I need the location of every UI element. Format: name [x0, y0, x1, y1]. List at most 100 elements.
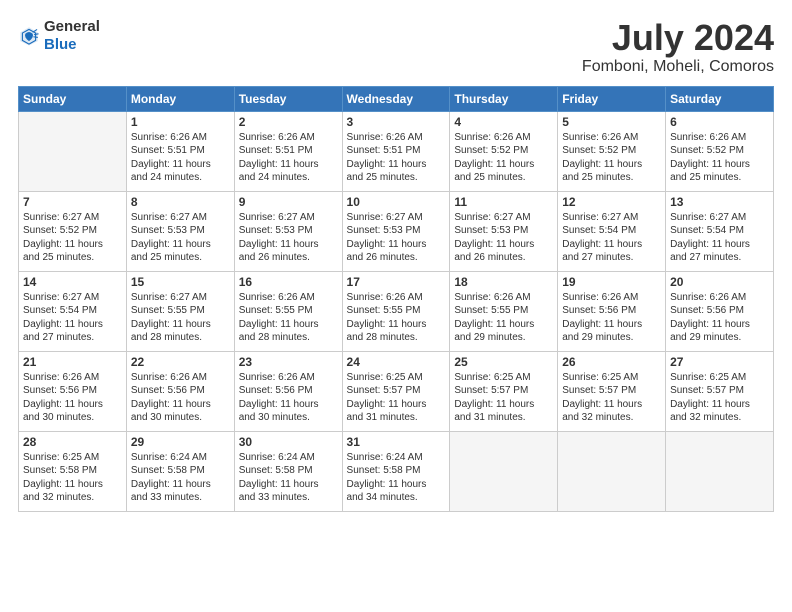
calendar-cell: 22 Sunrise: 6:26 AM Sunset: 5:56 PM Dayli… — [126, 351, 234, 431]
calendar-cell: 1 Sunrise: 6:26 AM Sunset: 5:51 PM Daylig… — [126, 111, 234, 191]
logo-text: General Blue — [44, 18, 100, 54]
calendar-cell: 21Sunrise: 6:26 AM Sunset: 5:56 PM Dayli… — [19, 351, 127, 431]
day-number: 27 — [670, 355, 769, 369]
day-number: 20 — [670, 275, 769, 289]
day-number: 3 — [347, 115, 446, 129]
day-number: 7 — [23, 195, 122, 209]
cell-details: Sunrise: 6:27 AM Sunset: 5:55 PM Dayligh… — [131, 291, 230, 345]
col-header-tuesday: Tuesday — [234, 86, 342, 111]
title-block: July 2024 Fomboni, Moheli, Comoros — [582, 18, 774, 76]
calendar-cell: 9 Sunrise: 6:27 AM Sunset: 5:53 PM Daylig… — [234, 191, 342, 271]
calendar-cell: 4 Sunrise: 6:26 AM Sunset: 5:52 PM Daylig… — [450, 111, 558, 191]
day-number: 5 — [562, 115, 661, 129]
calendar-header-row: SundayMondayTuesdayWednesdayThursdayFrid… — [19, 86, 774, 111]
calendar-cell: 26 Sunrise: 6:25 AM Sunset: 5:57 PM Dayli… — [558, 351, 666, 431]
cell-details: Sunrise: 6:26 AM Sunset: 5:55 PM Dayligh… — [454, 291, 553, 345]
calendar-week-3: 14 Sunrise: 6:27 AM Sunset: 5:54 PM Dayli… — [19, 271, 774, 351]
calendar-cell — [558, 431, 666, 511]
cell-details: Sunrise: 6:27 AM Sunset: 5:54 PM Dayligh… — [670, 211, 769, 265]
calendar-cell — [666, 431, 774, 511]
day-number: 11 — [454, 195, 553, 209]
calendar-cell: 2 Sunrise: 6:26 AM Sunset: 5:51 PM Daylig… — [234, 111, 342, 191]
cell-details: Sunrise: 6:27 AM Sunset: 5:53 PM Dayligh… — [239, 211, 338, 265]
cell-details: Sunrise: 6:27 AM Sunset: 5:54 PM Dayligh… — [23, 291, 122, 345]
cell-details: Sunrise: 6:26 AM Sunset: 5:56 PM Dayligh… — [239, 371, 338, 425]
calendar-cell: 15 Sunrise: 6:27 AM Sunset: 5:55 PM Dayli… — [126, 271, 234, 351]
calendar-week-1: 1 Sunrise: 6:26 AM Sunset: 5:51 PM Daylig… — [19, 111, 774, 191]
day-number: 9 — [239, 195, 338, 209]
day-number: 13 — [670, 195, 769, 209]
calendar-cell: 31Sunrise: 6:24 AM Sunset: 5:58 PM Dayli… — [342, 431, 450, 511]
header: General Blue July 2024 Fomboni, Moheli, … — [18, 18, 774, 76]
calendar-cell: 8Sunrise: 6:27 AM Sunset: 5:53 PM Daylig… — [126, 191, 234, 271]
day-number: 24 — [347, 355, 446, 369]
calendar-cell: 5 Sunrise: 6:26 AM Sunset: 5:52 PM Daylig… — [558, 111, 666, 191]
calendar-cell: 25Sunrise: 6:25 AM Sunset: 5:57 PM Dayli… — [450, 351, 558, 431]
month-title: July 2024 — [582, 18, 774, 58]
calendar-cell: 20 Sunrise: 6:26 AM Sunset: 5:56 PM Dayli… — [666, 271, 774, 351]
calendar-cell: 18 Sunrise: 6:26 AM Sunset: 5:55 PM Dayli… — [450, 271, 558, 351]
logo-icon — [18, 25, 40, 47]
calendar-cell: 29Sunrise: 6:24 AM Sunset: 5:58 PM Dayli… — [126, 431, 234, 511]
cell-details: Sunrise: 6:26 AM Sunset: 5:51 PM Dayligh… — [131, 131, 230, 185]
day-number: 18 — [454, 275, 553, 289]
calendar-cell: 16Sunrise: 6:26 AM Sunset: 5:55 PM Dayli… — [234, 271, 342, 351]
cell-details: Sunrise: 6:25 AM Sunset: 5:57 PM Dayligh… — [562, 371, 661, 425]
day-number: 1 — [131, 115, 230, 129]
calendar-cell: 28Sunrise: 6:25 AM Sunset: 5:58 PM Dayli… — [19, 431, 127, 511]
calendar-week-5: 28Sunrise: 6:25 AM Sunset: 5:58 PM Dayli… — [19, 431, 774, 511]
calendar-week-4: 21 Sunrise: 6:26 AM Sunset: 5:56 PM Dayli… — [19, 351, 774, 431]
day-number: 29 — [131, 435, 230, 449]
day-number: 17 — [347, 275, 446, 289]
cell-details: Sunrise: 6:26 AM Sunset: 5:52 PM Dayligh… — [670, 131, 769, 185]
calendar-cell: 23Sunrise: 6:26 AM Sunset: 5:56 PM Dayli… — [234, 351, 342, 431]
calendar-cell: 14 Sunrise: 6:27 AM Sunset: 5:54 PM Dayli… — [19, 271, 127, 351]
calendar-cell — [450, 431, 558, 511]
cell-details: Sunrise: 6:27 AM Sunset: 5:52 PM Dayligh… — [23, 211, 122, 265]
col-header-friday: Friday — [558, 86, 666, 111]
cell-details: Sunrise: 6:24 AM Sunset: 5:58 PM Dayligh… — [239, 451, 338, 505]
day-number: 15 — [131, 275, 230, 289]
calendar-cell: 10Sunrise: 6:27 AM Sunset: 5:53 PM Dayli… — [342, 191, 450, 271]
logo-general: General — [44, 18, 100, 35]
day-number: 31 — [347, 435, 446, 449]
calendar-cell: 6 Sunrise: 6:26 AM Sunset: 5:52 PM Daylig… — [666, 111, 774, 191]
cell-details: Sunrise: 6:26 AM Sunset: 5:51 PM Dayligh… — [239, 131, 338, 185]
day-number: 19 — [562, 275, 661, 289]
day-number: 25 — [454, 355, 553, 369]
cell-details: Sunrise: 6:26 AM Sunset: 5:52 PM Dayligh… — [562, 131, 661, 185]
col-header-thursday: Thursday — [450, 86, 558, 111]
day-number: 4 — [454, 115, 553, 129]
cell-details: Sunrise: 6:25 AM Sunset: 5:57 PM Dayligh… — [670, 371, 769, 425]
cell-details: Sunrise: 6:25 AM Sunset: 5:58 PM Dayligh… — [23, 451, 122, 505]
cell-details: Sunrise: 6:26 AM Sunset: 5:56 PM Dayligh… — [670, 291, 769, 345]
day-number: 12 — [562, 195, 661, 209]
day-number: 26 — [562, 355, 661, 369]
day-number: 10 — [347, 195, 446, 209]
calendar-cell: 12Sunrise: 6:27 AM Sunset: 5:54 PM Dayli… — [558, 191, 666, 271]
calendar-cell: 24Sunrise: 6:25 AM Sunset: 5:57 PM Dayli… — [342, 351, 450, 431]
day-number: 30 — [239, 435, 338, 449]
day-number: 22 — [131, 355, 230, 369]
calendar-cell: 27 Sunrise: 6:25 AM Sunset: 5:57 PM Dayli… — [666, 351, 774, 431]
day-number: 6 — [670, 115, 769, 129]
cell-details: Sunrise: 6:26 AM Sunset: 5:52 PM Dayligh… — [454, 131, 553, 185]
col-header-sunday: Sunday — [19, 86, 127, 111]
cell-details: Sunrise: 6:26 AM Sunset: 5:56 PM Dayligh… — [131, 371, 230, 425]
logo: General Blue — [18, 18, 100, 54]
day-number: 2 — [239, 115, 338, 129]
cell-details: Sunrise: 6:27 AM Sunset: 5:53 PM Dayligh… — [454, 211, 553, 265]
calendar-cell: 17Sunrise: 6:26 AM Sunset: 5:55 PM Dayli… — [342, 271, 450, 351]
col-header-wednesday: Wednesday — [342, 86, 450, 111]
calendar-page: General Blue July 2024 Fomboni, Moheli, … — [0, 0, 792, 612]
calendar-cell: 11 Sunrise: 6:27 AM Sunset: 5:53 PM Dayli… — [450, 191, 558, 271]
calendar-cell: 13 Sunrise: 6:27 AM Sunset: 5:54 PM Dayli… — [666, 191, 774, 271]
calendar-cell: 19Sunrise: 6:26 AM Sunset: 5:56 PM Dayli… — [558, 271, 666, 351]
cell-details: Sunrise: 6:26 AM Sunset: 5:51 PM Dayligh… — [347, 131, 446, 185]
day-number: 21 — [23, 355, 122, 369]
calendar-cell: 3 Sunrise: 6:26 AM Sunset: 5:51 PM Daylig… — [342, 111, 450, 191]
calendar-cell: 30 Sunrise: 6:24 AM Sunset: 5:58 PM Dayli… — [234, 431, 342, 511]
day-number: 14 — [23, 275, 122, 289]
calendar-cell — [19, 111, 127, 191]
cell-details: Sunrise: 6:27 AM Sunset: 5:53 PM Dayligh… — [131, 211, 230, 265]
